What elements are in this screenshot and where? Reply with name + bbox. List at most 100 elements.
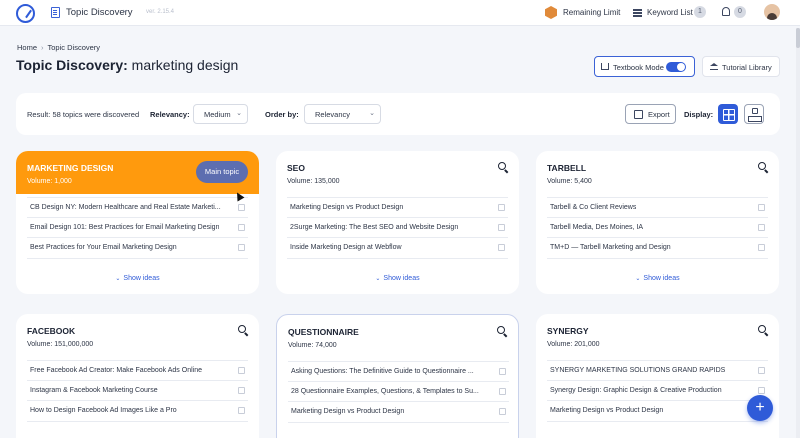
external-link-icon[interactable] [238, 244, 245, 251]
textbook-mode-toggle[interactable] [666, 62, 686, 72]
search-icon[interactable] [498, 162, 506, 170]
keyword-count-badge: 1 [694, 6, 706, 18]
search-icon[interactable] [758, 162, 766, 170]
topic-card[interactable]: SYNERGY Volume: 201,000 SYNERGY MARKETIN… [536, 314, 779, 438]
grid-view-icon[interactable] [718, 104, 738, 124]
list-item[interactable]: Asking Questions: The Definitive Guide t… [288, 361, 509, 382]
idea-text: Synergy Design: Graphic Design & Creativ… [550, 386, 722, 394]
list-item[interactable]: Best Practices for Your Email Marketing … [27, 238, 248, 259]
list-item[interactable]: Synergy Design: Graphic Design & Creativ… [547, 381, 768, 401]
external-link-icon[interactable] [238, 407, 245, 414]
list-item[interactable]: Tarbell Media, Des Moines, IA [547, 218, 768, 238]
external-link-icon[interactable] [499, 387, 506, 395]
search-icon[interactable] [238, 325, 246, 333]
idea-list: CB Design NY: Modern Healthcare and Real… [27, 197, 248, 259]
idea-text: Tarbell Media, Des Moines, IA [550, 223, 643, 231]
relevancy-select[interactable]: Medium ⌄ [193, 104, 248, 124]
card-volume: Volume: 74,000 [288, 342, 337, 349]
show-ideas-button[interactable]: ⌄ Show ideas [16, 275, 259, 282]
idea-text: 2Surge Marketing: The Best SEO and Websi… [290, 223, 459, 231]
export-button[interactable]: Export [625, 104, 676, 124]
result-summary: Result: 58 topics were discovered [27, 110, 139, 119]
external-link-icon[interactable] [758, 204, 765, 211]
topic-card[interactable]: TARBELL Volume: 5,400 Tarbell & Co Clien… [536, 151, 779, 294]
search-icon[interactable] [758, 325, 766, 333]
result-text: 58 topics were discovered [52, 110, 140, 119]
topic-card[interactable]: QUESTIONNAIRE Volume: 74,000 Asking Ques… [276, 314, 519, 438]
idea-text: Instagram & Facebook Marketing Course [30, 386, 158, 394]
list-item[interactable]: How to Design Facebook Ad Images Like a … [27, 401, 248, 422]
search-icon[interactable] [497, 326, 505, 334]
list-item[interactable]: SYNERGY MARKETING SOLUTIONS GRAND RAPIDS [547, 360, 768, 381]
textbook-mode-label: Textbook Mode [613, 63, 664, 72]
result-prefix: Result: [27, 110, 51, 119]
textbook-mode-button[interactable]: Textbook Mode [594, 56, 695, 77]
bell-icon[interactable] [722, 7, 730, 16]
document-icon [51, 7, 60, 18]
order-by-select[interactable]: Relevancy ⌄ [304, 104, 381, 124]
top-bar: Topic Discovery ⌄ ver. 2.15.4 Remaining … [0, 0, 800, 26]
external-link-icon[interactable] [758, 386, 765, 394]
app-logo-icon[interactable] [16, 4, 35, 23]
breadcrumb-current: Topic Discovery [47, 43, 101, 52]
chevron-down-icon: ⌄ [375, 276, 381, 282]
card-header: MARKETING DESIGN Volume: 1,000 Main topi… [16, 151, 259, 194]
external-link-icon[interactable] [498, 223, 505, 231]
list-item[interactable]: Instagram & Facebook Marketing Course [27, 381, 248, 401]
list-item[interactable]: Tarbell & Co Client Reviews [547, 197, 768, 218]
list-item[interactable]: 2Surge Marketing: The Best SEO and Websi… [287, 218, 508, 238]
card-header: SEO Volume: 135,000 [276, 151, 519, 194]
library-icon [710, 63, 718, 70]
add-button[interactable]: + [747, 395, 773, 421]
card-volume: Volume: 5,400 [547, 178, 592, 185]
list-item[interactable]: 28 Questionnaire Examples, Questions, & … [288, 382, 509, 402]
list-item[interactable]: Inside Marketing Design at Webflow [287, 238, 508, 259]
tutorial-library-label: Tutorial Library [722, 63, 772, 72]
page-title-keyword: marketing design [131, 57, 239, 73]
idea-text: Asking Questions: The Definitive Guide t… [291, 368, 474, 375]
card-title: FACEBOOK [27, 326, 76, 336]
topic-card[interactable]: FACEBOOK Volume: 151,000,000 Free Facebo… [16, 314, 259, 438]
topic-card[interactable]: SEO Volume: 135,000 Marketing Design vs … [276, 151, 519, 294]
show-ideas-button[interactable]: ⌄ Show ideas [276, 275, 519, 282]
list-item[interactable]: Free Facebook Ad Creator: Make Facebook … [27, 360, 248, 381]
main-topic-badge[interactable]: Main topic [196, 161, 248, 183]
scrollbar-track[interactable] [796, 28, 800, 438]
tree-view-icon[interactable] [744, 104, 764, 124]
relevancy-label: Relevancy: [150, 110, 190, 119]
idea-text: Email Design 101: Best Practices for Ema… [30, 223, 220, 231]
external-link-icon[interactable] [238, 367, 245, 374]
list-item[interactable]: Marketing Design vs Product Design [547, 401, 768, 422]
list-item[interactable]: Marketing Design vs Product Design [287, 197, 508, 218]
show-ideas-button[interactable]: ⌄ Show ideas [536, 275, 779, 282]
idea-text: Inside Marketing Design at Webflow [290, 244, 402, 251]
chevron-down-icon: ⌄ [115, 276, 121, 282]
show-ideas-label: Show ideas [123, 275, 160, 282]
external-link-icon[interactable] [498, 204, 505, 211]
external-link-icon[interactable] [758, 244, 765, 251]
external-link-icon[interactable] [498, 244, 505, 251]
keyword-list-link[interactable]: Keyword List [647, 8, 693, 17]
list-item[interactable]: CB Design NY: Modern Healthcare and Real… [27, 197, 248, 218]
external-link-icon[interactable] [499, 368, 506, 375]
card-title: SYNERGY [547, 326, 589, 336]
tutorial-library-button[interactable]: Tutorial Library [702, 56, 780, 77]
scrollbar-thumb[interactable] [796, 28, 800, 48]
avatar[interactable] [764, 4, 780, 20]
remaining-limit-link[interactable]: Remaining Limit [563, 8, 620, 17]
external-link-icon[interactable] [238, 386, 245, 394]
external-link-icon[interactable] [758, 223, 765, 231]
external-link-icon[interactable] [499, 408, 506, 415]
list-item[interactable]: Marketing Design vs Product Design [288, 402, 509, 423]
chevron-down-icon[interactable]: ⌄ [121, 4, 129, 15]
breadcrumb-home[interactable]: Home [17, 43, 37, 52]
card-header: SYNERGY Volume: 201,000 [536, 314, 779, 357]
external-link-icon[interactable] [758, 367, 765, 374]
idea-list: Free Facebook Ad Creator: Make Facebook … [27, 360, 248, 422]
topic-card[interactable]: MARKETING DESIGN Volume: 1,000 Main topi… [16, 151, 259, 294]
external-link-icon[interactable] [238, 204, 245, 211]
external-link-icon[interactable] [238, 223, 245, 231]
list-item[interactable]: Email Design 101: Best Practices for Ema… [27, 218, 248, 238]
list-item[interactable]: TM+D — Tarbell Marketing and Design [547, 238, 768, 259]
chevron-down-icon: ⌄ [369, 110, 375, 117]
